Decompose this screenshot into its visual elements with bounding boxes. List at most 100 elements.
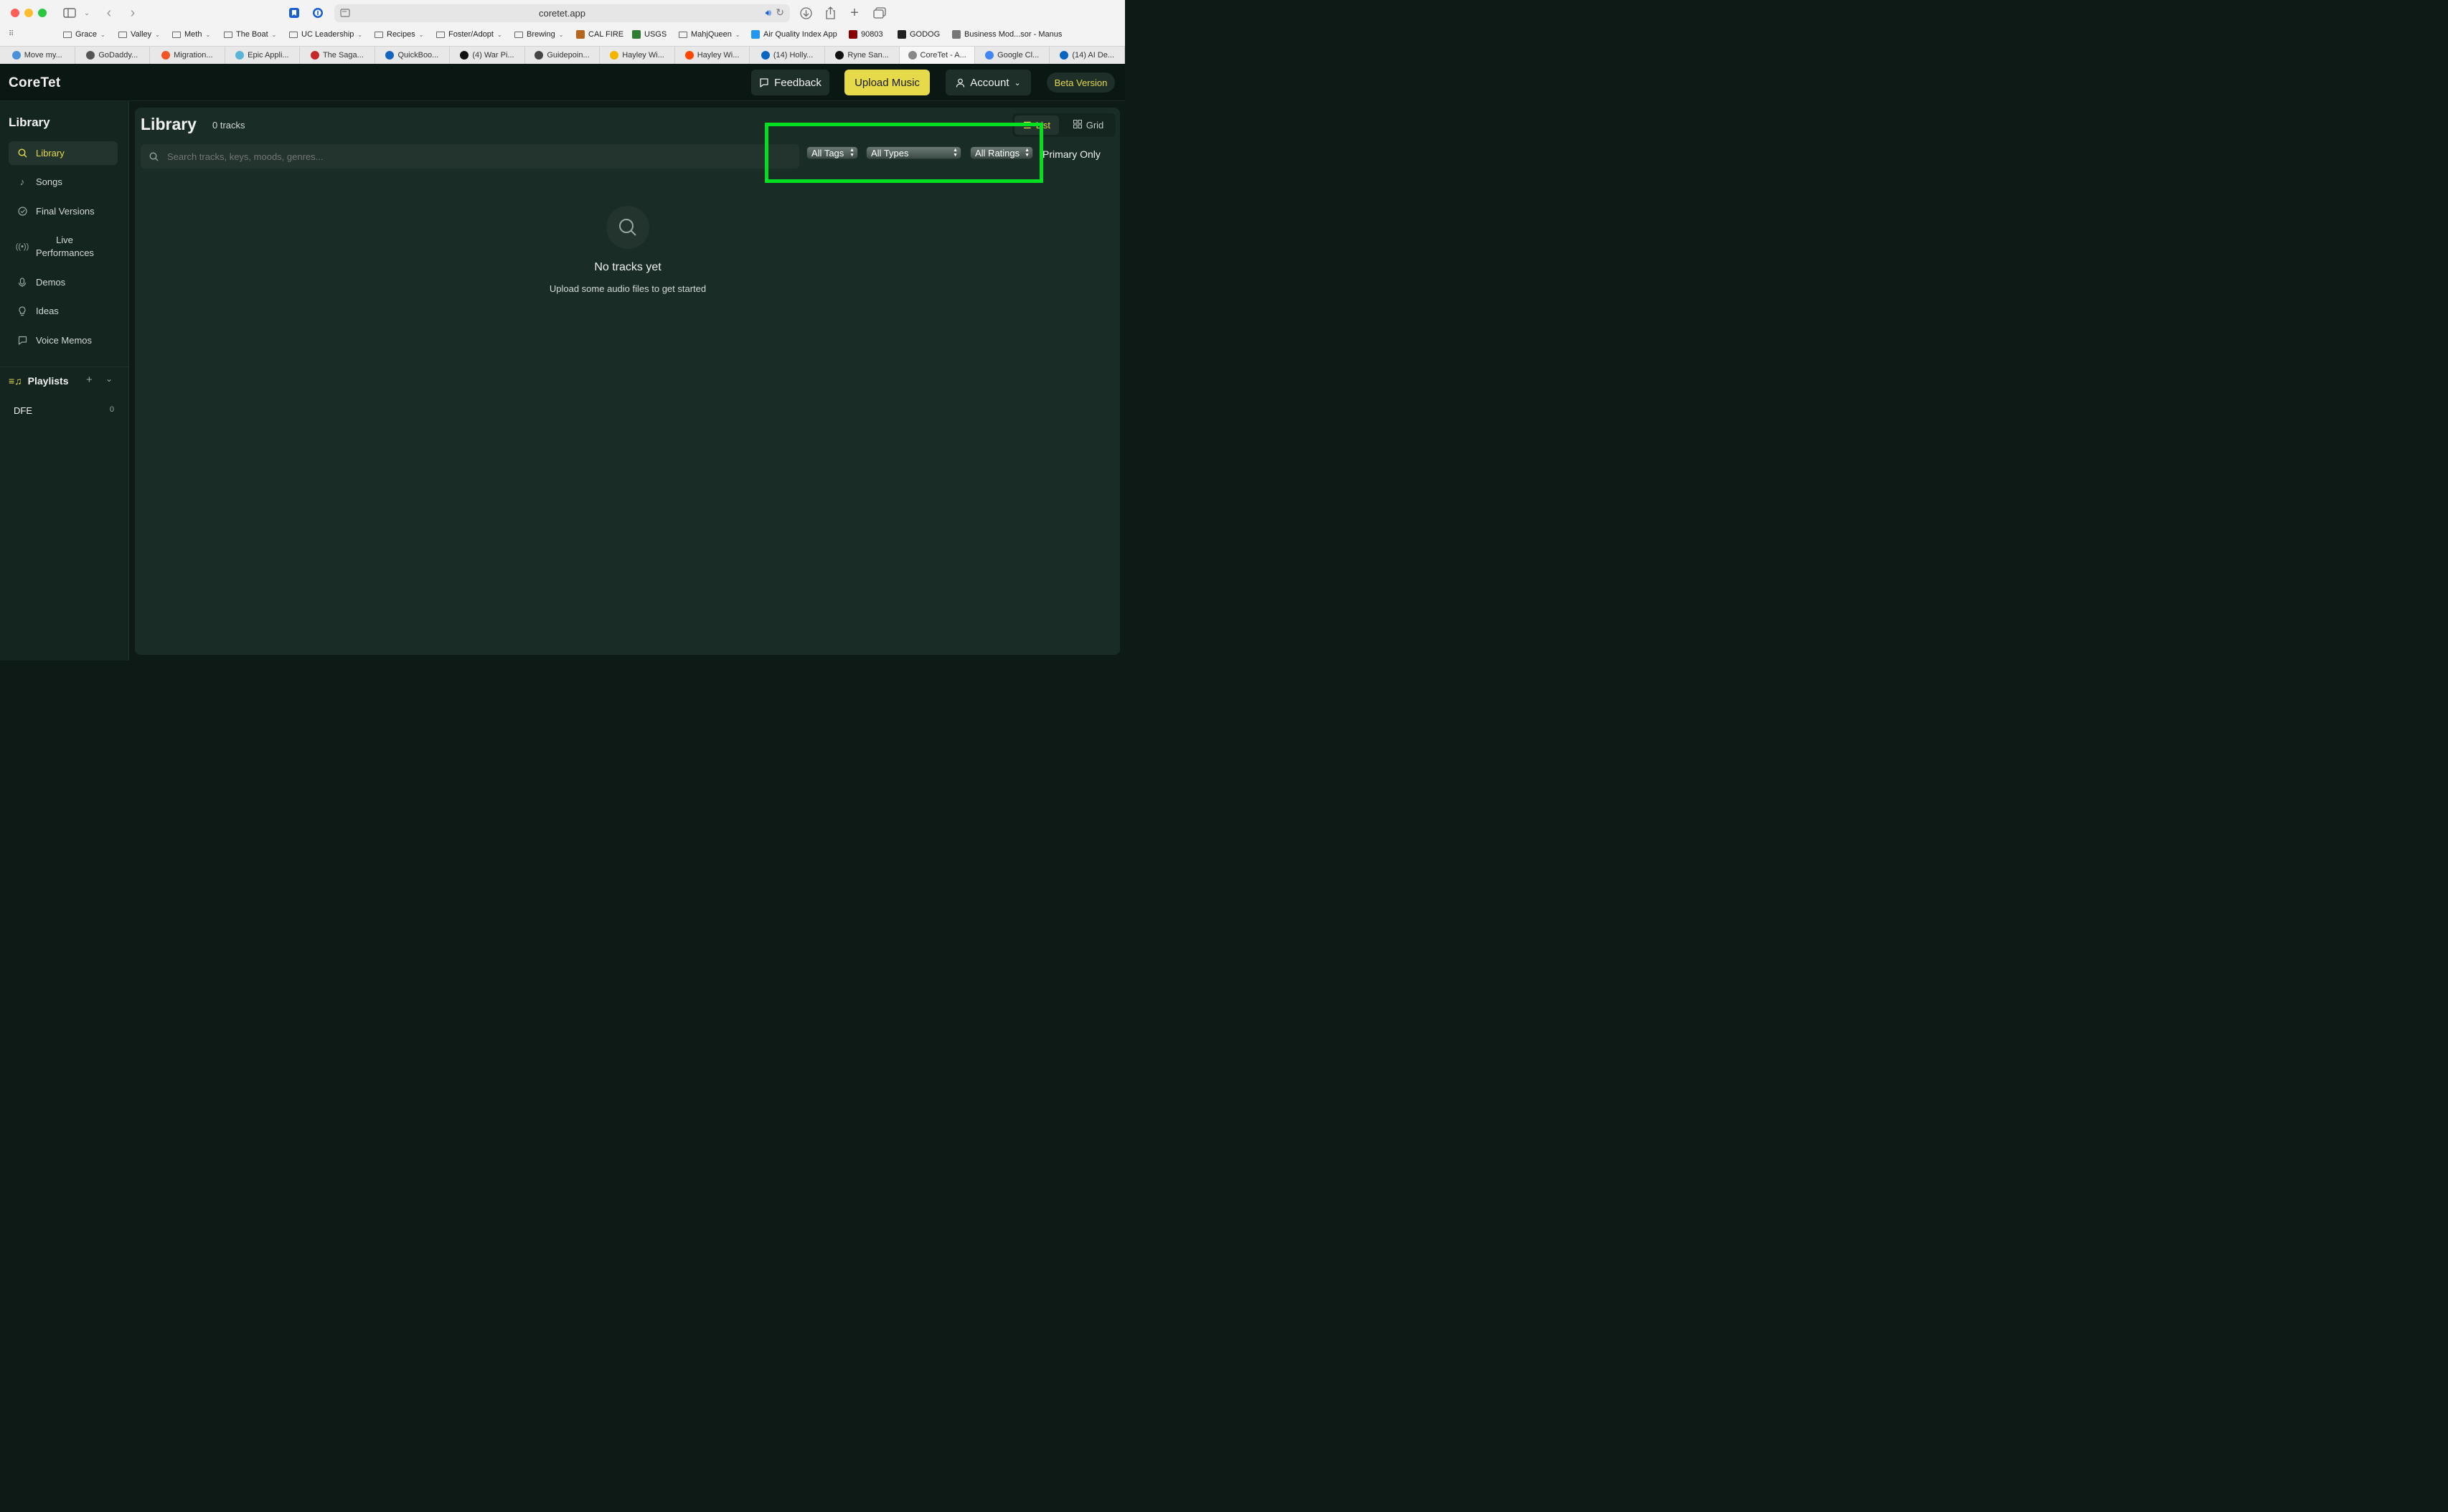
tab-overview-icon[interactable] bbox=[872, 6, 887, 20]
url-text: coretet.app bbox=[538, 8, 586, 19]
bookmark-label: Foster/Adopt bbox=[448, 30, 494, 39]
bookmark-item[interactable]: Brewing ⌄ bbox=[514, 30, 563, 39]
browser-tab[interactable]: (4) War Pi... bbox=[450, 47, 525, 64]
bookmark-item[interactable]: GODOG bbox=[898, 30, 940, 39]
bookmark-item[interactable]: The Boat ⌄ bbox=[224, 30, 276, 39]
sidebar-item-songs[interactable]: ♪ Songs bbox=[9, 170, 118, 194]
sidebar-item-label: Songs bbox=[36, 176, 62, 187]
sidebar-item-live-performances[interactable]: ((•)) Live Performances bbox=[9, 229, 118, 265]
browser-tab[interactable]: Guidepoin... bbox=[525, 47, 601, 64]
primary-only-toggle[interactable]: Primary Only bbox=[1042, 148, 1101, 160]
bookmark-label: Meth bbox=[184, 30, 202, 39]
tab-label: (14) Holly... bbox=[773, 51, 814, 60]
bookmark-item[interactable]: Foster/Adopt ⌄ bbox=[436, 30, 502, 39]
browser-tab[interactable]: Migration... bbox=[150, 47, 225, 64]
playlists-header: ≡♫ Playlists bbox=[9, 375, 69, 387]
bookmark-item[interactable]: UC Leadership ⌄ bbox=[289, 30, 362, 39]
bookmark-item[interactable]: Meth ⌄ bbox=[172, 30, 210, 39]
browser-tab[interactable]: Epic Appli... bbox=[225, 47, 301, 64]
bookmark-label: Grace bbox=[75, 30, 97, 39]
browser-tab[interactable]: (14) Holly... bbox=[750, 47, 825, 64]
highlight-box bbox=[765, 123, 1043, 183]
tab-label: Hayley Wi... bbox=[622, 51, 664, 60]
password-manager-icon[interactable] bbox=[311, 6, 324, 20]
tab-label: The Saga... bbox=[322, 51, 364, 60]
sidebar-item-demos[interactable]: Demos bbox=[9, 270, 118, 294]
address-bar[interactable]: coretet.app 🔊︎ ↻ bbox=[334, 4, 790, 22]
download-icon[interactable] bbox=[799, 6, 813, 20]
maximize-window-button[interactable] bbox=[38, 9, 47, 17]
sidebar-item-library[interactable]: Library bbox=[9, 141, 118, 165]
tab-label: Move my... bbox=[24, 51, 62, 60]
bookmark-item[interactable]: Recipes ⌄ bbox=[375, 30, 423, 39]
bookmark-item[interactable]: Valley ⌄ bbox=[118, 30, 160, 39]
favicon-icon bbox=[1060, 51, 1069, 60]
upload-music-label: Upload Music bbox=[855, 76, 920, 89]
sidebar-toggle-icon[interactable] bbox=[62, 6, 77, 20]
favicon-icon bbox=[761, 51, 770, 60]
favicon-icon bbox=[835, 51, 844, 60]
account-button[interactable]: Account ⌄ bbox=[946, 70, 1031, 95]
coretet-app: CoreTet Feedback Upload Music Account ⌄ … bbox=[0, 64, 1125, 695]
add-playlist-icon[interactable]: + bbox=[86, 374, 93, 386]
browser-tab[interactable]: The Saga... bbox=[300, 47, 375, 64]
new-tab-icon[interactable]: + bbox=[848, 5, 861, 21]
minimize-window-button[interactable] bbox=[24, 9, 33, 17]
browser-tab[interactable]: Move my... bbox=[0, 47, 75, 64]
sidebar-item-final-versions[interactable]: Final Versions bbox=[9, 199, 118, 223]
feedback-button[interactable]: Feedback bbox=[751, 70, 829, 95]
bookmark-item[interactable]: Grace ⌄ bbox=[63, 30, 105, 39]
bookmark-item[interactable]: CAL FIRE bbox=[576, 30, 623, 39]
browser-tab[interactable]: (14) AI De... bbox=[1050, 47, 1125, 64]
bookmark-item[interactable]: MahjQueen ⌄ bbox=[679, 30, 740, 39]
sidebar-item-voice-memos[interactable]: Voice Memos bbox=[9, 329, 118, 352]
bookmark-item[interactable]: 90803 bbox=[849, 30, 883, 39]
search-input[interactable] bbox=[167, 151, 784, 162]
tab-label: Epic Appli... bbox=[248, 51, 289, 60]
back-icon[interactable]: ‹ bbox=[104, 5, 114, 21]
browser-tab[interactable]: Ryne San... bbox=[825, 47, 900, 64]
folder-icon bbox=[289, 31, 298, 38]
bookmark-label: The Boat bbox=[236, 30, 268, 39]
favicon-icon bbox=[11, 51, 21, 60]
playlist-count: 0 bbox=[109, 405, 114, 414]
browser-tab[interactable]: QuickBoo... bbox=[375, 47, 451, 64]
sidebar-item-label: Ideas bbox=[36, 306, 59, 316]
speaker-icon[interactable]: 🔊︎ bbox=[766, 7, 771, 19]
close-window-button[interactable] bbox=[11, 9, 19, 17]
bookmark-item[interactable]: Air Quality Index App bbox=[751, 30, 837, 39]
account-label: Account bbox=[970, 76, 1009, 89]
browser-tab[interactable]: GoDaddy... bbox=[75, 47, 151, 64]
forward-icon[interactable]: › bbox=[128, 5, 138, 21]
favicon-icon bbox=[460, 51, 469, 60]
track-count: 0 tracks bbox=[212, 120, 245, 131]
upload-music-button[interactable]: Upload Music bbox=[844, 70, 930, 95]
browser-tab[interactable]: Hayley Wi... bbox=[675, 47, 750, 64]
bookmark-label: USGS bbox=[644, 30, 667, 39]
favicon-icon bbox=[310, 51, 319, 60]
browser-tab[interactable]: Google Cl... bbox=[975, 47, 1050, 64]
bookmark-label: UC Leadership bbox=[301, 30, 354, 39]
bookmark-label: 90803 bbox=[861, 30, 883, 39]
sidebar-item-ideas[interactable]: Ideas bbox=[9, 299, 118, 323]
bookmark-icon[interactable] bbox=[288, 6, 301, 20]
tab-label: Hayley Wi... bbox=[697, 51, 740, 60]
favicon-icon bbox=[610, 51, 619, 60]
reload-icon[interactable]: ↻ bbox=[776, 6, 784, 19]
empty-state-title: No tracks yet bbox=[594, 261, 662, 273]
browser-tab[interactable]: Hayley Wi... bbox=[600, 47, 675, 64]
sidebar-item-label: Voice Memos bbox=[36, 335, 93, 346]
playlist-name: DFE bbox=[14, 405, 32, 416]
bookmark-item[interactable]: Business Mod...sor - Manus bbox=[952, 30, 1062, 39]
app-logo[interactable]: CoreTet bbox=[9, 75, 60, 91]
browser-tab[interactable]: CoreTet - A... bbox=[900, 47, 975, 64]
bookmark-item[interactable]: USGS bbox=[632, 30, 667, 39]
grid-view-label: Grid bbox=[1086, 120, 1104, 131]
playlist-item[interactable]: DFE 0 bbox=[14, 405, 114, 416]
bookmark-label: Valley bbox=[131, 30, 152, 39]
apps-grid-icon[interactable]: ⠿ bbox=[9, 30, 14, 38]
chevron-down-icon[interactable]: ⌄ bbox=[105, 374, 113, 384]
share-icon[interactable] bbox=[824, 6, 837, 20]
grid-view-button[interactable]: Grid bbox=[1064, 115, 1113, 135]
chevron-down-icon[interactable]: ⌄ bbox=[83, 6, 91, 20]
